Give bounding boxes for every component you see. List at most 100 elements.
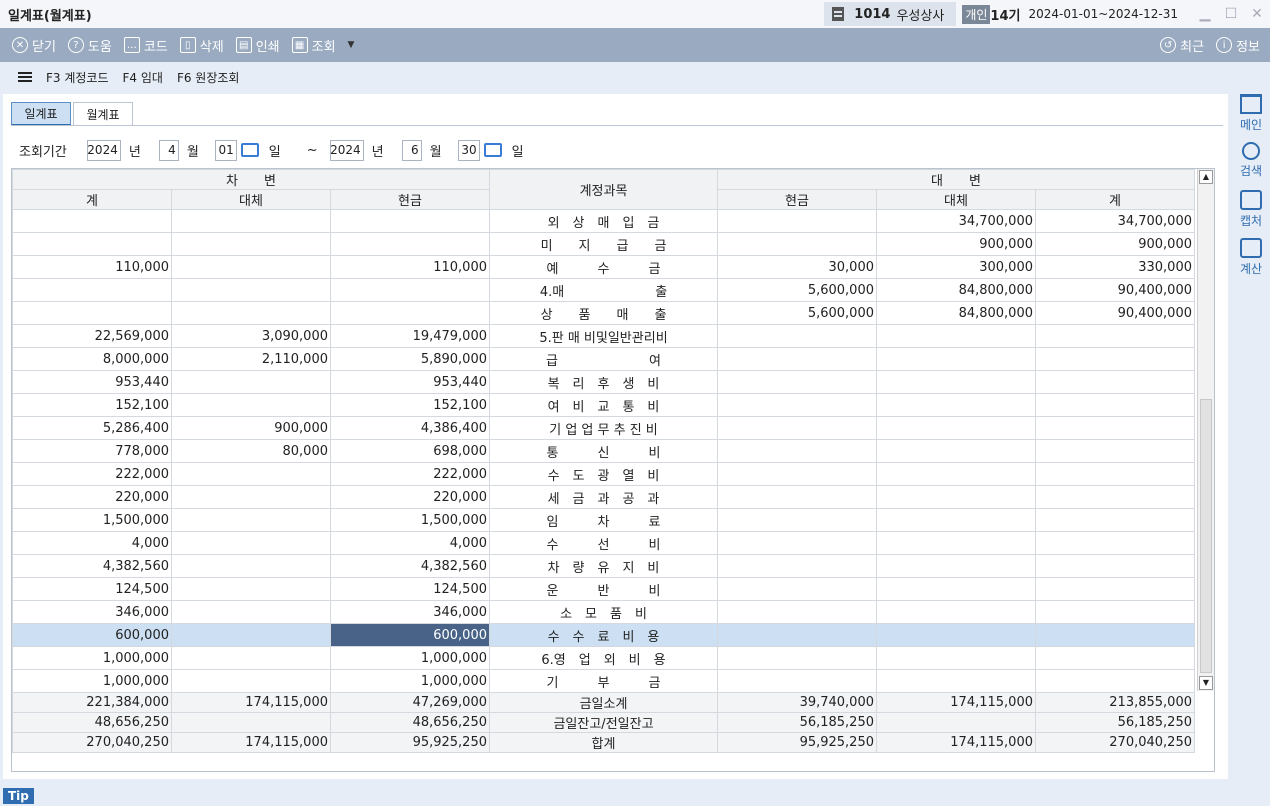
amount-cell[interactable] (717, 485, 877, 509)
amount-cell[interactable] (1035, 393, 1195, 417)
account-cell[interactable]: 세 금 과 공 과 (489, 485, 718, 509)
amount-cell[interactable]: 5,600,000 (717, 278, 877, 302)
account-cell[interactable]: 6.영 업 외 비 용 (489, 646, 718, 670)
account-cell[interactable]: 급 여 (489, 347, 718, 371)
account-cell[interactable]: 기 부 금 (489, 669, 718, 693)
amount-cell[interactable] (330, 278, 490, 302)
amount-cell[interactable] (717, 508, 877, 532)
account-cell[interactable]: 상 품 매 출 (489, 301, 718, 325)
amount-cell[interactable]: 4,382,560 (12, 554, 172, 578)
amount-cell[interactable]: 346,000 (330, 600, 490, 624)
amount-cell[interactable] (171, 278, 331, 302)
amount-cell[interactable] (717, 439, 877, 463)
amount-cell[interactable] (876, 416, 1036, 440)
amount-cell[interactable]: 953,440 (12, 370, 172, 394)
menu-icon[interactable] (18, 72, 32, 82)
amount-cell[interactable]: 698,000 (330, 439, 490, 463)
amount-cell[interactable] (1035, 508, 1195, 532)
amount-cell[interactable] (12, 209, 172, 233)
amount-cell[interactable]: 1,500,000 (12, 508, 172, 532)
table-row[interactable]: 346,000 346,000 소 모 품 비 (12, 600, 1195, 624)
recent-button[interactable]: ↺ 최근 (1160, 36, 1204, 55)
table-row[interactable]: 4.매 출 5,600,000 84,800,000 90,400,000 (12, 278, 1195, 302)
amount-cell[interactable] (876, 462, 1036, 486)
tab-monthly[interactable]: 월계표 (73, 102, 133, 126)
amount-cell[interactable] (717, 393, 877, 417)
amount-cell[interactable] (717, 646, 877, 670)
amount-cell[interactable] (12, 232, 172, 256)
amount-cell[interactable]: 600,000 (330, 623, 490, 647)
table-row[interactable]: 953,440 953,440 복 리 후 생 비 (12, 370, 1195, 394)
amount-cell[interactable]: 80,000 (171, 439, 331, 463)
f3-account-code[interactable]: F3 계정코드 (46, 69, 109, 86)
account-cell[interactable]: 기 업 업 무 추 진 비 (489, 416, 718, 440)
amount-cell[interactable]: 4,000 (330, 531, 490, 555)
amount-cell[interactable] (1035, 324, 1195, 348)
f4-lease[interactable]: F4 임대 (123, 69, 163, 86)
amount-cell[interactable] (1035, 370, 1195, 394)
f6-ledger-inquiry[interactable]: F6 원장조회 (177, 69, 240, 86)
amount-cell[interactable] (876, 439, 1036, 463)
info-button[interactable]: i 정보 (1216, 36, 1260, 55)
table-row[interactable]: 22,569,000 3,090,000 19,479,000 5.판 매 비및일반관… (12, 324, 1195, 348)
amount-cell[interactable] (717, 416, 877, 440)
help-button[interactable]: ? 도움 (67, 36, 112, 55)
account-cell[interactable]: 예 수 금 (489, 255, 718, 279)
account-cell[interactable]: 임 차 료 (489, 508, 718, 532)
amount-cell[interactable] (717, 623, 877, 647)
amount-cell[interactable]: 110,000 (12, 255, 172, 279)
capture-button[interactable]: 캡처 (1232, 190, 1270, 238)
scroll-up-icon[interactable]: ▲ (1199, 170, 1213, 184)
amount-cell[interactable] (876, 600, 1036, 624)
scroll-thumb[interactable] (1200, 399, 1212, 673)
account-cell[interactable]: 4.매 출 (489, 278, 718, 302)
table-row[interactable]: 4,000 4,000 수 선 비 (12, 531, 1195, 555)
amount-cell[interactable] (717, 462, 877, 486)
start-month-input[interactable]: 4 (158, 139, 179, 161)
amount-cell[interactable] (12, 301, 172, 325)
amount-cell[interactable]: 22,569,000 (12, 324, 172, 348)
table-row[interactable]: 600,000 600,000 수 수 료 비 용 (12, 623, 1195, 647)
main-button[interactable]: 메인 (1232, 94, 1270, 142)
amount-cell[interactable] (171, 232, 331, 256)
amount-cell[interactable] (171, 209, 331, 233)
table-row[interactable]: 1,000,000 1,000,000 기 부 금 (12, 669, 1195, 693)
amount-cell[interactable] (876, 324, 1036, 348)
search-button[interactable]: ▦ 조회 (291, 36, 336, 55)
account-cell[interactable]: 통 신 비 (489, 439, 718, 463)
amount-cell[interactable] (171, 255, 331, 279)
amount-cell[interactable] (717, 554, 877, 578)
amount-cell[interactable]: 3,090,000 (171, 324, 331, 348)
amount-cell[interactable] (1035, 577, 1195, 601)
end-day-input[interactable]: 30 (457, 139, 480, 161)
amount-cell[interactable] (171, 600, 331, 624)
amount-cell[interactable]: 8,000,000 (12, 347, 172, 371)
amount-cell[interactable] (171, 531, 331, 555)
close-button[interactable]: ✕ 닫기 (12, 36, 56, 55)
amount-cell[interactable]: 222,000 (330, 462, 490, 486)
account-cell[interactable]: 차 량 유 지 비 (489, 554, 718, 578)
amount-cell[interactable] (717, 347, 877, 371)
amount-cell[interactable]: 1,000,000 (12, 669, 172, 693)
account-cell[interactable]: 수 도 광 열 비 (489, 462, 718, 486)
calendar-icon[interactable] (483, 140, 502, 157)
table-row[interactable]: 1,000,000 1,000,000 6.영 업 외 비 용 (12, 646, 1195, 670)
amount-cell[interactable]: 124,500 (330, 577, 490, 601)
tab-daily[interactable]: 일계표 (11, 102, 71, 126)
amount-cell[interactable] (330, 209, 490, 233)
amount-cell[interactable]: 220,000 (330, 485, 490, 509)
table-row[interactable]: 미 지 급 금 900,000 900,000 (12, 232, 1195, 256)
table-row[interactable]: 778,000 80,000 698,000 통 신 비 (12, 439, 1195, 463)
table-row[interactable]: 222,000 222,000 수 도 광 열 비 (12, 462, 1195, 486)
amount-cell[interactable] (876, 508, 1036, 532)
amount-cell[interactable]: 4,382,560 (330, 554, 490, 578)
table-row[interactable]: 124,500 124,500 운 반 비 (12, 577, 1195, 601)
amount-cell[interactable]: 953,440 (330, 370, 490, 394)
amount-cell[interactable]: 600,000 (12, 623, 172, 647)
amount-cell[interactable]: 19,479,000 (330, 324, 490, 348)
account-cell[interactable]: 여 비 교 통 비 (489, 393, 718, 417)
maximize-icon[interactable]: ☐ (1218, 6, 1244, 22)
scroll-down-icon[interactable]: ▼ (1199, 676, 1213, 690)
amount-cell[interactable]: 110,000 (330, 255, 490, 279)
amount-cell[interactable] (1035, 554, 1195, 578)
